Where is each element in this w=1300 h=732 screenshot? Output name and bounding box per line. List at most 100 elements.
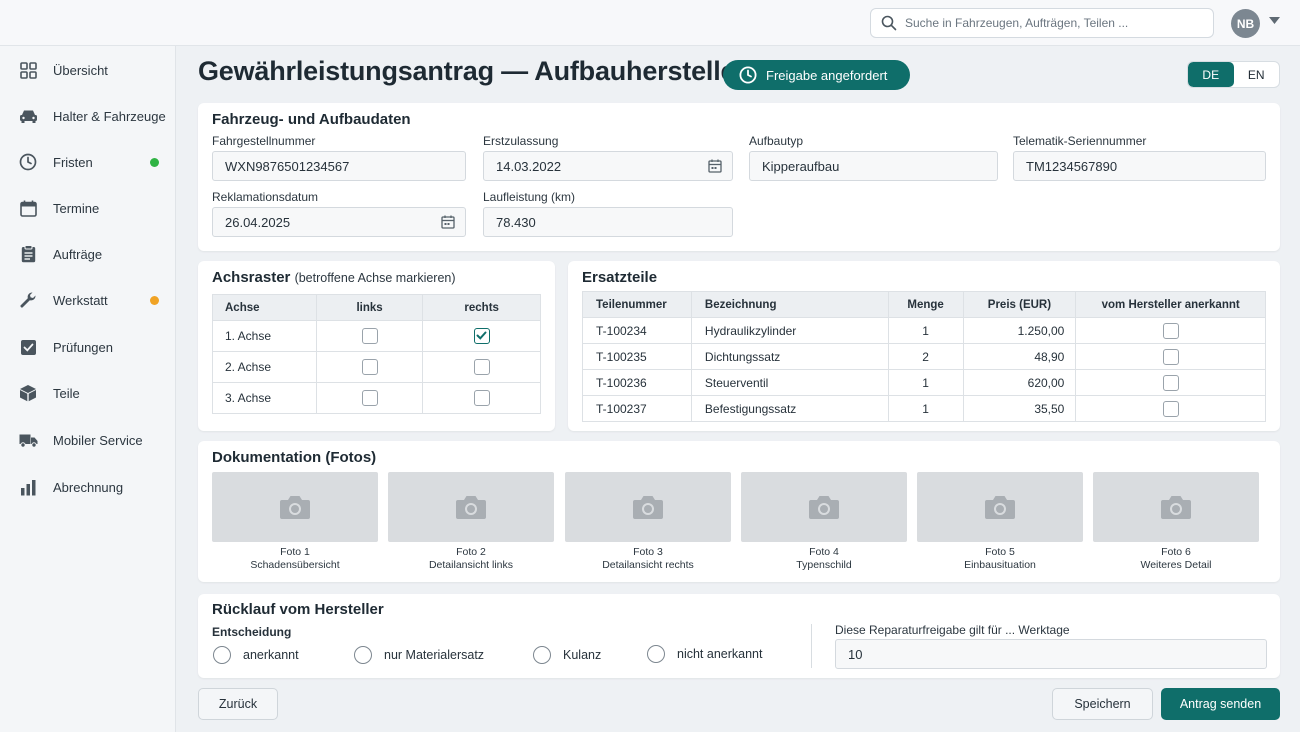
axle-2-left-checkbox[interactable] [361, 359, 378, 375]
radio-button[interactable] [647, 645, 665, 663]
wrench-icon [18, 290, 38, 310]
part-price: 35,50 [962, 395, 1077, 422]
sidebar-item-teile[interactable]: Teile [0, 373, 176, 413]
camera-icon [280, 496, 310, 519]
sidebar-item-auftraege[interactable]: Aufträge [0, 234, 176, 274]
chevron-down-icon[interactable] [1269, 17, 1280, 24]
photo-slot-1[interactable]: Foto 1 Schadensübersicht [212, 472, 378, 571]
photo-slot-2[interactable]: Foto 2 Detailansicht links [388, 472, 554, 571]
axle-1-right-checkbox[interactable] [473, 328, 490, 344]
parts-table: Teilenummer Bezeichnung Menge Preis (EUR… [582, 291, 1266, 422]
body-type-field[interactable]: Kipperaufbau [749, 151, 998, 181]
back-button[interactable]: Zurück [198, 688, 278, 720]
axle-3-right-checkbox[interactable] [473, 390, 490, 406]
decision-option-kulanz[interactable]: Kulanz [533, 646, 601, 664]
table-row: T-100235 Dichtungssatz 2 48,90 [582, 343, 1266, 370]
truck-icon [18, 430, 38, 450]
spare-parts-card: Ersatzteile Teilenummer Bezeichnung Meng… [568, 261, 1280, 431]
sidebar-item-termine[interactable]: Termine [0, 188, 176, 228]
part-3-acknowledged-checkbox[interactable] [1162, 374, 1179, 391]
sidebar-item-werkstatt[interactable]: Werkstatt [0, 280, 176, 320]
bar-chart-icon [18, 477, 38, 497]
sidebar-item-fristen[interactable]: Fristen [0, 142, 176, 182]
radio-label: Kulanz [563, 648, 602, 662]
radio-label: nur Materialersatz [384, 648, 485, 662]
sidebar-item-pruefungen[interactable]: Prüfungen [0, 327, 176, 367]
part-price: 620,00 [962, 369, 1077, 396]
photo-placeholder[interactable] [1093, 472, 1259, 542]
photo-placeholder[interactable] [741, 472, 907, 542]
send-application-button[interactable]: Antrag senden [1161, 688, 1280, 720]
car-icon [18, 106, 38, 126]
check-icon [476, 331, 487, 340]
calendar-icon[interactable] [708, 159, 722, 173]
decision-option-anerkannt[interactable]: anerkannt [213, 646, 299, 664]
axle-1-left-checkbox[interactable] [361, 328, 378, 344]
photo-slot-3[interactable]: Foto 3 Detailansicht rechts [565, 472, 731, 571]
box-icon [18, 383, 38, 403]
part-description: Steuerventil [690, 369, 889, 396]
photo-placeholder[interactable] [565, 472, 731, 542]
user-avatar[interactable]: NB [1231, 9, 1260, 38]
search-input[interactable] [905, 16, 1195, 30]
sidebar-item-mobiler-service[interactable]: Mobiler Service [0, 420, 176, 460]
search-icon [881, 15, 897, 31]
sidebar-item-abrechnung[interactable]: Abrechnung [0, 467, 176, 507]
photo-placeholder[interactable] [917, 472, 1083, 542]
vin-value: WXN9876501234567 [225, 158, 350, 174]
column-header: Bezeichnung [690, 291, 889, 318]
working-days-field[interactable]: 10 [835, 639, 1267, 669]
camera-icon [985, 496, 1015, 519]
mileage-field[interactable]: 78.430 [483, 207, 733, 237]
part-1-acknowledged-checkbox[interactable] [1162, 322, 1179, 339]
vin-field[interactable]: WXN9876501234567 [212, 151, 466, 181]
registration-date-field[interactable]: 14.03.2022 [483, 151, 733, 181]
axle-2-right-checkbox[interactable] [473, 359, 490, 375]
divider [811, 624, 812, 668]
part-price: 48,90 [962, 343, 1077, 370]
column-header: Menge [887, 291, 964, 318]
photo-slot-6[interactable]: Foto 6 Weiteres Detail [1093, 472, 1259, 571]
language-toggle: DE EN [1187, 61, 1280, 88]
radio-button[interactable] [213, 646, 231, 664]
sidebar-item-label: Aufträge [53, 246, 103, 262]
save-button[interactable]: Speichern [1052, 688, 1153, 720]
calendar-icon[interactable] [441, 215, 455, 229]
claim-date-field[interactable]: 26.04.2025 [212, 207, 466, 237]
telematics-serial-field[interactable]: TM1234567890 [1013, 151, 1266, 181]
sidebar-item-label: Teile [53, 385, 80, 401]
sidebar-item-halter[interactable]: Halter & Fahrzeuge [0, 96, 176, 136]
part-4-acknowledged-checkbox[interactable] [1162, 400, 1179, 417]
axle-3-left-checkbox[interactable] [361, 390, 378, 406]
radio-button[interactable] [354, 646, 372, 664]
status-dot-orange [150, 296, 159, 305]
photo-placeholder[interactable] [212, 472, 378, 542]
photo-placeholder[interactable] [388, 472, 554, 542]
part-description: Dichtungssatz [690, 343, 889, 370]
part-number: T-100235 [582, 343, 692, 370]
part-quantity: 1 [887, 369, 964, 396]
vin-label: Fahrgestellnummer [212, 134, 316, 148]
part-2-acknowledged-checkbox[interactable] [1162, 348, 1179, 365]
clock-icon [739, 66, 757, 84]
telematics-label: Telematik-Seriennummer [1013, 134, 1147, 148]
sidebar-item-uebersicht[interactable]: Übersicht [0, 50, 176, 90]
decision-option-nicht-anerkannt[interactable]: nicht anerkannt [647, 645, 762, 663]
radio-button[interactable] [533, 646, 551, 664]
table-row: 2. Achse [212, 351, 541, 383]
table-cell [1075, 317, 1266, 344]
photo-slot-4[interactable]: Foto 4 Typenschild [741, 472, 907, 571]
lang-de-button[interactable]: DE [1188, 62, 1234, 87]
days-label: Diese Reparaturfreigabe gilt für ... Wer… [835, 623, 1070, 637]
grid-icon [18, 60, 38, 80]
sidebar-item-label: Mobiler Service [53, 432, 143, 448]
registration-label: Erstzulassung [483, 134, 559, 148]
global-search[interactable] [870, 8, 1214, 38]
sidebar-item-label: Werkstatt [53, 292, 108, 308]
lang-en-button[interactable]: EN [1234, 62, 1280, 87]
sidebar-item-label: Termine [53, 200, 100, 216]
axle-table: Achse links rechts 1. Achse 2. Achse 3. … [212, 294, 541, 414]
decision-option-materialersatz[interactable]: nur Materialersatz [354, 646, 484, 664]
photo-slot-5[interactable]: Foto 5 Einbausituation [917, 472, 1083, 571]
table-row: 3. Achse [212, 382, 541, 414]
